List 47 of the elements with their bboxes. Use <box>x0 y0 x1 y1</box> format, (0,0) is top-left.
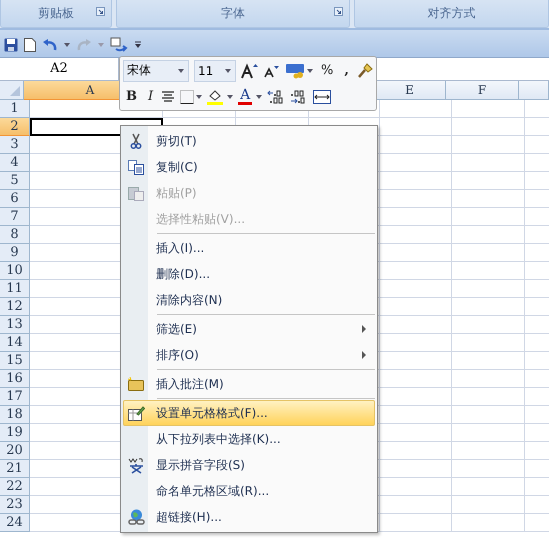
menu-item[interactable]: 排序(O) <box>123 342 375 368</box>
row-header[interactable]: 13 <box>0 316 30 334</box>
column-header[interactable]: E <box>374 81 446 100</box>
menu-item[interactable]: 筛选(E) <box>123 316 375 342</box>
row-header[interactable]: 3 <box>0 136 30 154</box>
menu-item[interactable]: 清除内容(N) <box>123 287 375 313</box>
group-label: 剪贴板 <box>38 5 74 22</box>
row-header[interactable]: 24 <box>0 514 30 532</box>
row-header[interactable]: 14 <box>0 334 30 352</box>
menu-item[interactable]: 删除(D)... <box>123 261 375 287</box>
row-header[interactable]: 18 <box>0 406 30 424</box>
row-header[interactable]: 16 <box>0 370 30 388</box>
row-header[interactable]: 20 <box>0 442 30 460</box>
row-header[interactable]: 5 <box>0 172 30 190</box>
row-header[interactable]: 12 <box>0 298 30 316</box>
comma-style-button[interactable]: , <box>341 63 352 78</box>
row-header[interactable]: 22 <box>0 478 30 496</box>
menu-item[interactable]: 插入批注(M) <box>123 371 375 397</box>
row-header[interactable]: 7 <box>0 208 30 226</box>
row-header[interactable]: 23 <box>0 496 30 514</box>
row-header[interactable]: 6 <box>0 190 30 208</box>
row-header[interactable]: 21 <box>0 460 30 478</box>
menu-item[interactable]: 显示拼音字段(S) <box>123 452 375 478</box>
column-header[interactable]: F <box>446 81 519 100</box>
row-header[interactable]: 10 <box>0 262 30 280</box>
menu-item[interactable]: 设置单元格格式(F)... <box>123 400 375 426</box>
font-size-dropdown[interactable]: 11 <box>194 60 236 82</box>
row-header[interactable]: 4 <box>0 154 30 172</box>
percent-button[interactable]: % <box>318 63 336 78</box>
row-header[interactable]: 19 <box>0 424 30 442</box>
font-dropdown[interactable]: 宋体 <box>123 60 189 82</box>
row-header[interactable]: 2 <box>0 118 30 136</box>
menu-item[interactable]: 从下拉列表中选择(K)... <box>123 426 375 452</box>
row-header[interactable]: 8 <box>0 226 30 244</box>
font-color-button[interactable]: A <box>238 88 262 105</box>
row-header[interactable]: 1 <box>0 100 30 118</box>
row-header[interactable]: 11 <box>0 280 30 298</box>
menu-item[interactable]: 超链接(H)... <box>123 504 375 530</box>
menu-item[interactable]: 复制(C) <box>123 154 375 180</box>
row-header[interactable]: 15 <box>0 352 30 370</box>
menu-item[interactable]: 剪切(T) <box>123 128 375 154</box>
menu-item[interactable]: 插入(I)... <box>123 235 375 261</box>
row-header[interactable]: 17 <box>0 388 30 406</box>
row-header[interactable]: 9 <box>0 244 30 262</box>
menu-item[interactable]: 命名单元格区域(R)... <box>123 478 375 504</box>
group-label: 对齐方式 <box>428 5 476 22</box>
group-label: 字体 <box>221 5 245 22</box>
